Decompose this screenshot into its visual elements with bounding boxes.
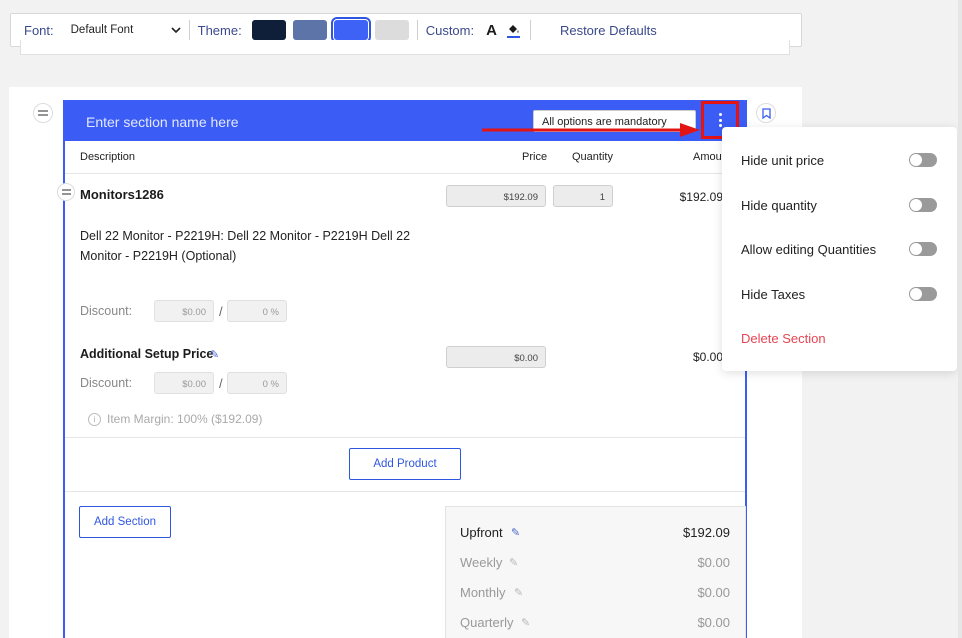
- edit-pencil-icon[interactable]: ✎: [210, 348, 219, 361]
- divider: [529, 20, 531, 40]
- total-label-quarterly: Quarterly: [460, 615, 514, 630]
- total-value-monthly: $0.00: [697, 585, 730, 600]
- discount-label: Discount:: [80, 376, 133, 390]
- discount-percent-input[interactable]: 0 %: [227, 300, 287, 322]
- more-vertical-icon: [718, 113, 722, 127]
- text-color-icon[interactable]: A: [486, 22, 497, 39]
- product-quantity-input[interactable]: 1: [553, 185, 613, 207]
- add-product-button[interactable]: Add Product: [349, 448, 461, 480]
- theme-swatch-slate[interactable]: [292, 20, 327, 40]
- item-margin-info: i Item Margin: 100% ($192.09): [88, 412, 262, 426]
- discount-separator: /: [219, 304, 223, 319]
- divider: [65, 437, 745, 438]
- theme-swatch-navy[interactable]: [251, 20, 286, 40]
- total-label-upfront: Upfront: [460, 525, 503, 540]
- hide-taxes-toggle[interactable]: [909, 287, 937, 301]
- total-value-weekly: $0.00: [697, 555, 730, 570]
- total-value-quarterly: $0.00: [697, 615, 730, 630]
- column-header-price: Price: [522, 151, 548, 163]
- red-arrow-annotation: [482, 123, 700, 137]
- column-header-quantity: Quantity: [572, 151, 613, 163]
- allow-editing-quantities-toggle[interactable]: [909, 242, 937, 256]
- menu-item-hide-quantity[interactable]: Hide quantity: [741, 198, 817, 213]
- hide-unit-price-toggle[interactable]: [909, 153, 937, 167]
- discount-label: Discount:: [80, 304, 133, 318]
- setup-price-name: Additional Setup Price: [80, 347, 214, 361]
- info-icon: i: [88, 412, 101, 426]
- setup-price-input[interactable]: $0.00: [446, 346, 546, 368]
- theme-swatch-grey[interactable]: [374, 20, 409, 40]
- menu-item-allow-editing-quantities[interactable]: Allow editing Quantities: [741, 242, 876, 257]
- edit-pencil-icon[interactable]: ✎: [521, 616, 530, 629]
- restore-defaults-button[interactable]: Restore Defaults: [560, 23, 657, 38]
- add-section-button[interactable]: Add Section: [79, 506, 171, 538]
- bookmark-icon[interactable]: [756, 103, 776, 123]
- menu-item-hide-taxes[interactable]: Hide Taxes: [741, 287, 805, 302]
- font-select-value: Default Font: [70, 24, 134, 36]
- product-name: Monitors1286: [80, 187, 164, 202]
- chevron-down-icon: [171, 26, 181, 33]
- edit-pencil-icon[interactable]: ✎: [514, 586, 523, 599]
- menu-item-hide-unit-price[interactable]: Hide unit price: [741, 153, 824, 168]
- product-amount: $192.09: [679, 190, 723, 204]
- discount-separator: /: [219, 376, 223, 391]
- section-name-input[interactable]: Enter section name here: [86, 114, 239, 130]
- column-header-description: Description: [80, 151, 136, 163]
- total-value-upfront: $192.09: [683, 525, 730, 540]
- font-select[interactable]: Default Font: [71, 24, 181, 36]
- delete-section-button[interactable]: Delete Section: [741, 331, 826, 346]
- row-drag-handle-icon[interactable]: [57, 183, 75, 201]
- divider: [65, 173, 745, 174]
- custom-label: Custom:: [425, 22, 475, 38]
- product-description: Dell 22 Monitor - P2219H: Dell 22 Monito…: [80, 229, 411, 263]
- font-label: Font:: [24, 22, 54, 38]
- setup-discount-percent-input[interactable]: 0 %: [227, 372, 287, 394]
- total-label-monthly: Monthly: [460, 585, 506, 600]
- product-price-input[interactable]: $192.09: [446, 185, 546, 207]
- setup-amount: $0.00: [692, 350, 723, 364]
- scrollbar[interactable]: [958, 0, 962, 638]
- edit-pencil-icon[interactable]: ✎: [509, 556, 518, 569]
- item-margin-text: Item Margin: 100% ($192.09): [107, 412, 263, 426]
- fill-color-icon[interactable]: [506, 23, 520, 38]
- divider: [416, 20, 418, 40]
- section-drag-handle-icon[interactable]: [33, 103, 53, 123]
- discount-amount-input[interactable]: $0.00: [154, 300, 214, 322]
- upper-card: [20, 40, 790, 55]
- divider: [188, 20, 190, 40]
- divider: [65, 491, 745, 492]
- theme-label: Theme:: [197, 22, 242, 38]
- hide-quantity-toggle[interactable]: [909, 198, 937, 212]
- total-label-weekly: Weekly: [460, 555, 503, 570]
- theme-swatch-blue[interactable]: [330, 17, 371, 43]
- edit-pencil-icon[interactable]: ✎: [511, 526, 520, 539]
- setup-discount-amount-input[interactable]: $0.00: [154, 372, 214, 394]
